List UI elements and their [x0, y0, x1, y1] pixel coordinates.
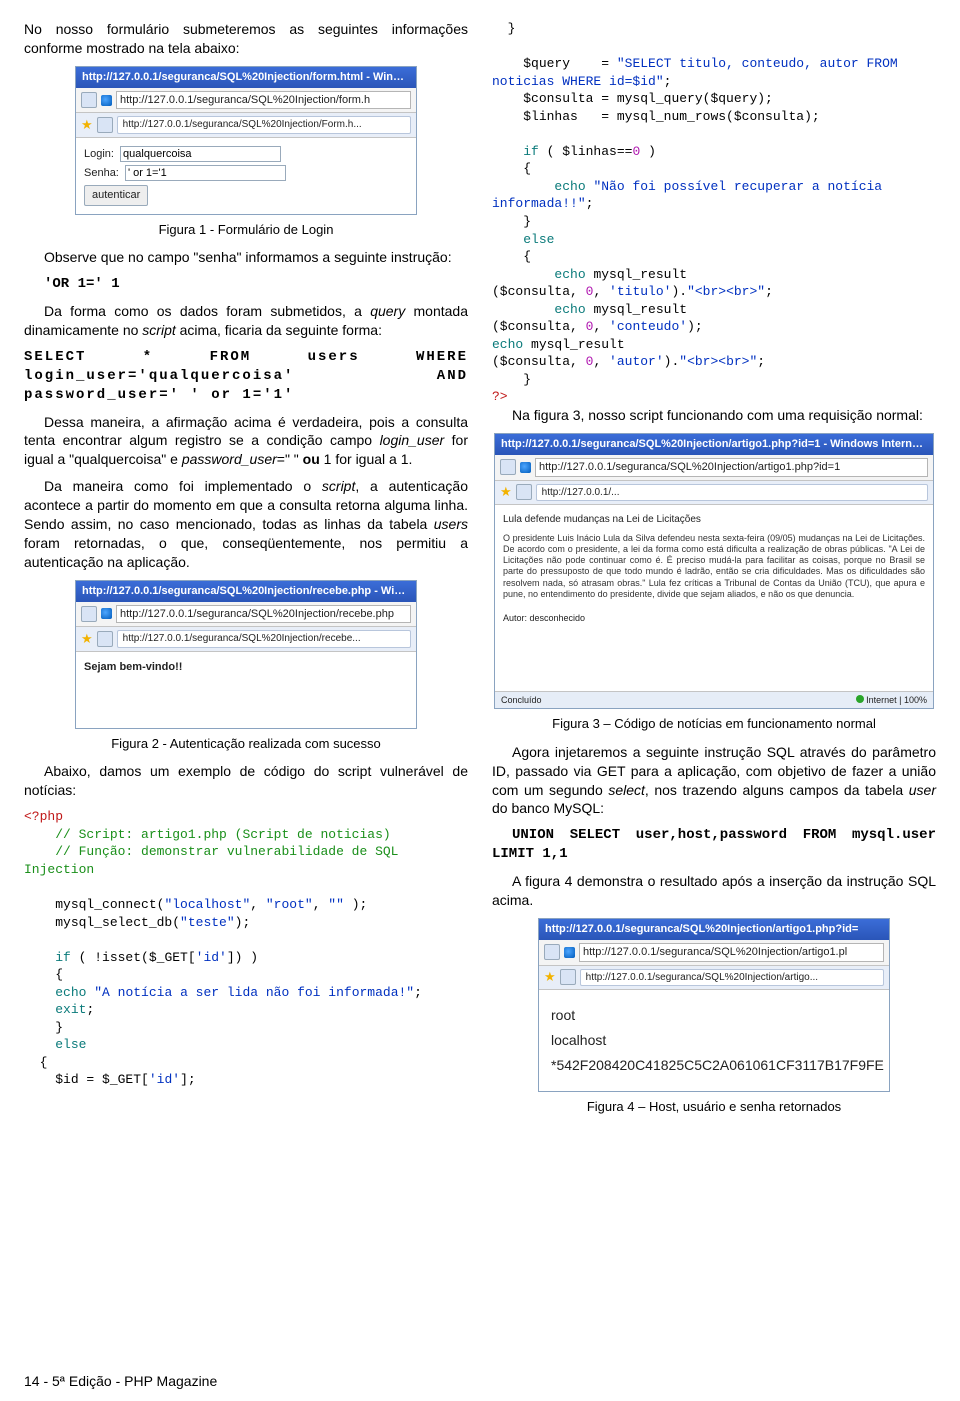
- add-favorite-icon: [97, 117, 113, 133]
- figure3-caption: Figura 3 – Código de notícias em funcion…: [492, 715, 936, 733]
- ie-icon: [520, 462, 531, 473]
- ie-icon: [564, 947, 575, 958]
- browser-tab: http://127.0.0.1/seguranca/SQL%20Injecti…: [117, 116, 411, 134]
- address-bar: http://127.0.0.1/seguranca/SQL%20Injecti…: [116, 91, 411, 110]
- status-left: Concluído: [501, 694, 542, 706]
- screenshot-injection-result: http://127.0.0.1/seguranca/SQL%20Injecti…: [538, 918, 890, 1092]
- window-title: http://127.0.0.1/seguranca/SQL%20Injecti…: [495, 434, 933, 455]
- browser-tab: http://127.0.0.1/seguranca/SQL%20Injecti…: [117, 630, 411, 648]
- or-instruction: 'OR 1=' 1: [24, 275, 468, 294]
- internet-zone-icon: [856, 695, 864, 703]
- back-icon: [81, 606, 97, 622]
- favorites-icon: ★: [500, 485, 512, 499]
- browser-tab: http://127.0.0.1/...: [536, 484, 928, 502]
- favorites-icon: ★: [544, 970, 556, 984]
- body-text: A figura 4 demonstra o resultado após a …: [492, 872, 936, 910]
- back-icon: [500, 459, 516, 475]
- screenshot-news-page: http://127.0.0.1/seguranca/SQL%20Injecti…: [494, 433, 934, 709]
- window-title: http://127.0.0.1/seguranca/SQL%20Injecti…: [539, 919, 889, 940]
- body-text: Abaixo, damos um exemplo de código do sc…: [24, 762, 468, 800]
- login-input: [120, 146, 281, 162]
- browser-tab: http://127.0.0.1/seguranca/SQL%20Injecti…: [580, 969, 884, 987]
- intro-text: No nosso formulário submeteremos as segu…: [24, 20, 468, 58]
- favorites-icon: ★: [81, 118, 93, 132]
- result-user: root: [551, 1006, 877, 1025]
- ie-icon: [101, 608, 112, 619]
- screenshot-login-form: http://127.0.0.1/seguranca/SQL%20Injecti…: [75, 66, 417, 215]
- window-title: http://127.0.0.1/seguranca/SQL%20Injecti…: [76, 581, 416, 602]
- login-label: Login:: [84, 148, 114, 160]
- senha-label: Senha:: [84, 167, 119, 179]
- body-text: Da forma como os dados foram submetidos,…: [24, 302, 468, 340]
- figure4-caption: Figura 4 – Host, usuário e senha retorna…: [492, 1098, 936, 1116]
- address-bar: http://127.0.0.1/seguranca/SQL%20Injecti…: [116, 605, 411, 624]
- senha-input: [125, 165, 286, 181]
- autenticar-button: autenticar: [84, 185, 148, 206]
- body-text: Na figura 3, nosso script funcionando co…: [492, 406, 936, 425]
- screenshot-auth-success: http://127.0.0.1/seguranca/SQL%20Injecti…: [75, 580, 417, 729]
- add-favorite-icon: [560, 969, 576, 985]
- news-body: O presidente Luis Inácio Lula da Silva d…: [503, 533, 925, 601]
- status-right: Internet | 100%: [866, 695, 927, 705]
- php-code-block: <?php // Script: artigo1.php (Script de …: [24, 808, 468, 1089]
- back-icon: [81, 92, 97, 108]
- ie-icon: [101, 95, 112, 106]
- body-text: Da maneira como foi implementado o scrip…: [24, 477, 468, 571]
- news-headline: Lula defende mudanças na Lei de Licitaçõ…: [503, 513, 925, 527]
- body-text: Dessa maneira, a afirmação acima é verda…: [24, 413, 468, 470]
- back-icon: [544, 944, 560, 960]
- window-title: http://127.0.0.1/seguranca/SQL%20Injecti…: [76, 67, 416, 88]
- result-hash: *542F208420C41825C5C2A061061CF3117B17F9F…: [551, 1056, 877, 1075]
- body-text: Observe que no campo "senha" informamos …: [24, 248, 468, 267]
- result-host: localhost: [551, 1031, 877, 1050]
- news-author: Autor: desconhecido: [503, 612, 925, 624]
- figure1-caption: Figura 1 - Formulário de Login: [24, 221, 468, 239]
- php-code-block: } $query = "SELECT titulo, conteudo, aut…: [492, 20, 936, 406]
- page-footer: 14 - 5ª Edição - PHP Magazine: [24, 1373, 217, 1389]
- figure2-caption: Figura 2 - Autenticação realizada com su…: [24, 735, 468, 753]
- address-bar: http://127.0.0.1/seguranca/SQL%20Injecti…: [535, 458, 928, 477]
- favorites-icon: ★: [81, 632, 93, 646]
- sql-injection: UNION SELECT user,host,password FROM mys…: [492, 826, 936, 864]
- welcome-text: Sejam bem-vindo!!: [84, 661, 182, 673]
- address-bar: http://127.0.0.1/seguranca/SQL%20Injecti…: [579, 943, 884, 962]
- add-favorite-icon: [97, 631, 113, 647]
- sql-statement: SELECT * FROM users WHERE login_user='qu…: [24, 348, 468, 405]
- body-text: Agora injetaremos a seguinte instrução S…: [492, 743, 936, 819]
- add-favorite-icon: [516, 484, 532, 500]
